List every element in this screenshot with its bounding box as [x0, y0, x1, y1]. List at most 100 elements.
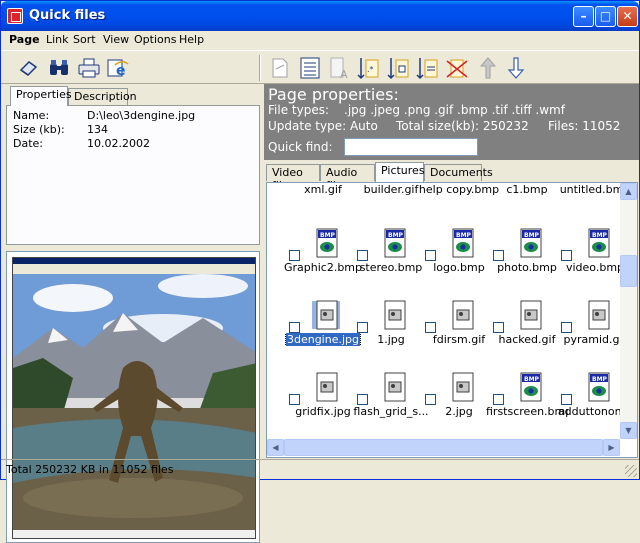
file-checkbox[interactable] [425, 322, 436, 333]
bmp-file-icon: BMP [452, 228, 474, 258]
horizontal-scrollbar[interactable]: ◀ ▶ [267, 439, 620, 456]
close-button[interactable]: ✕ [617, 6, 638, 27]
bmp-file-icon: BMP [520, 228, 542, 258]
tab-documents[interactable]: Documents [424, 164, 493, 181]
bmp-badge: BMP [592, 232, 608, 239]
properties-panel: Name: D:\leo\3dengine.jpg Size (kb): 134… [6, 105, 260, 245]
file-checkbox[interactable] [425, 250, 436, 261]
toolbar: e A .* [1, 50, 639, 84]
browser-icon[interactable]: e [105, 55, 131, 81]
status-bar: Total 250232 KB in 11052 files [1, 459, 639, 479]
selected-file-name: 3dengine.jpg [284, 333, 362, 346]
tab-properties[interactable]: Properties [10, 86, 72, 106]
tab-video-files[interactable]: Video files [266, 164, 320, 192]
file-checkbox[interactable] [357, 394, 368, 405]
menu-options[interactable]: Options [134, 33, 176, 46]
menu-help[interactable]: Help [179, 33, 204, 46]
minimize-button[interactable]: – [573, 6, 594, 27]
menu-sort[interactable]: Sort [73, 33, 96, 46]
file-checkbox[interactable] [561, 250, 572, 261]
tab-audio-files[interactable]: Audio files [320, 164, 375, 192]
menu-page[interactable]: Page [9, 33, 40, 46]
list-icon[interactable] [297, 55, 323, 81]
file-item[interactable]: flash_grid_s... [353, 357, 429, 419]
printer-icon[interactable] [76, 55, 102, 81]
file-checkbox[interactable] [425, 394, 436, 405]
file-item[interactable]: BMP stereo.bmp [356, 213, 426, 275]
bmp-badge: BMP [524, 232, 540, 239]
toolbar-separator [259, 55, 261, 81]
file-item[interactable]: 3dengine.jpg [284, 285, 362, 347]
file-item[interactable]: BMP Graphic2.bmp [284, 213, 362, 275]
file-item[interactable]: fdirsm.gif [424, 285, 494, 347]
bmp-badge: BMP [592, 376, 608, 383]
vertical-scrollbar[interactable]: ▲ ▼ [620, 183, 637, 439]
horizontal-scroll-thumb[interactable] [284, 439, 603, 456]
vertical-scroll-thumb[interactable] [620, 255, 637, 287]
file-item[interactable]: 2.jpg [424, 357, 494, 419]
quick-find-input[interactable] [344, 138, 478, 156]
svg-text:A: A [340, 68, 348, 81]
clear-sort-icon[interactable] [444, 55, 470, 81]
file-checkbox[interactable] [493, 250, 504, 261]
file-item[interactable]: BMP firstscreen.bmp [486, 357, 568, 419]
file-checkbox[interactable] [357, 322, 368, 333]
file-checkbox[interactable] [561, 322, 572, 333]
date-label: Date: [13, 137, 43, 150]
window-title: Quick files [29, 8, 106, 23]
size-value: 134 [87, 123, 108, 136]
image-file-icon [452, 372, 474, 402]
file-types-value: .jpg .jpeg .png .gif .bmp .tif .tiff .wm… [344, 103, 565, 117]
quick-find-label: Quick find: [268, 140, 333, 154]
menu-link[interactable]: Link [46, 33, 69, 46]
left-pane: Properties Description Name: D:\leo\3den… [4, 86, 261, 543]
image-file-icon [520, 300, 542, 330]
file-checkbox[interactable] [493, 394, 504, 405]
svg-text:e: e [116, 63, 126, 79]
scroll-right-button[interactable]: ▶ [603, 439, 620, 456]
image-preview [6, 251, 260, 543]
file-checkbox[interactable] [289, 250, 300, 261]
app-icon [7, 8, 23, 24]
page-properties-title: Page properties: [268, 85, 399, 104]
scroll-down-button[interactable]: ▼ [620, 422, 637, 439]
tab-description[interactable]: Description [68, 88, 137, 105]
menu-view[interactable]: View [103, 33, 129, 46]
scroll-up-button[interactable]: ▲ [620, 183, 637, 200]
file-checkbox[interactable] [561, 394, 572, 405]
image-file-icon [384, 372, 406, 402]
up-arrow-icon[interactable] [475, 55, 501, 81]
file-item[interactable]: gridfix.jpg [288, 357, 358, 419]
document-icon[interactable] [267, 55, 293, 81]
file-item[interactable]: BMP photo.bmp [492, 213, 562, 275]
maximize-button[interactable]: □ [595, 6, 616, 27]
binoculars-icon[interactable] [46, 55, 72, 81]
sort-size-icon[interactable] [385, 55, 411, 81]
file-checkbox[interactable] [357, 250, 368, 261]
resize-grip[interactable] [625, 465, 637, 477]
file-checkbox[interactable] [289, 394, 300, 405]
down-arrow-icon[interactable] [503, 55, 529, 81]
image-file-icon [384, 300, 406, 330]
status-text: Total 250232 KB in 11052 files [6, 463, 174, 476]
total-size: Total size(kb): 250232 [396, 119, 529, 133]
right-pane: Page properties: File types: .jpg .jpeg … [264, 84, 639, 460]
file-checkbox[interactable] [289, 322, 300, 333]
sort-ext-icon[interactable]: .* [355, 55, 381, 81]
file-checkbox[interactable] [493, 322, 504, 333]
bmp-file-icon: BMP [520, 372, 542, 402]
sort-date-icon[interactable] [414, 55, 440, 81]
bmp-file-icon: BMP [384, 228, 406, 258]
image-file-icon [452, 300, 474, 330]
file-item[interactable]: BMP logo.bmp [424, 213, 494, 275]
title-bar[interactable]: Quick files – □ ✕ [1, 1, 639, 31]
tab-pictures[interactable]: Pictures [375, 162, 425, 182]
files-count: Files: 11052 [548, 119, 621, 133]
eraser-icon[interactable] [16, 55, 42, 81]
bmp-badge: BMP [388, 232, 404, 239]
preview-picture [12, 257, 256, 539]
file-item[interactable]: 1.jpg [356, 285, 426, 347]
file-item[interactable]: hacked.gif [492, 285, 562, 347]
sort-name-icon[interactable]: A [327, 55, 353, 81]
scroll-left-button[interactable]: ◀ [267, 439, 284, 456]
